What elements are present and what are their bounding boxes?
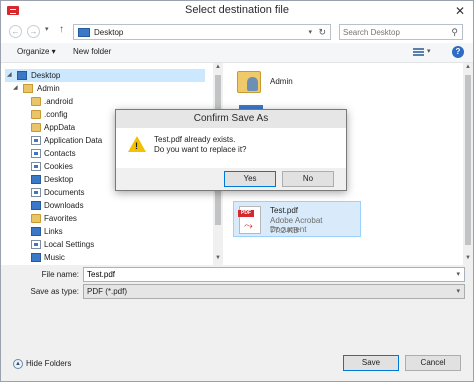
scroll-down-icon[interactable]: ▼ bbox=[214, 255, 222, 261]
links-icon bbox=[31, 227, 41, 236]
dialog-footer: Yes No bbox=[116, 168, 346, 190]
folder-label[interactable]: Admin bbox=[270, 77, 293, 86]
save-as-type-select[interactable]: PDF (*.pdf) ▾ bbox=[83, 284, 465, 299]
chevron-down-icon[interactable]: ▾ bbox=[456, 270, 460, 278]
file-size: 77.2 KB bbox=[270, 226, 299, 235]
tree-item-links[interactable]: Links bbox=[31, 225, 201, 238]
tree-item-label: Favorites bbox=[44, 214, 77, 223]
pdf-badge: PDF bbox=[238, 210, 254, 217]
organize-button[interactable]: Organize ▾ bbox=[17, 47, 56, 56]
address-row: ← → ▾ ↑ Desktop ▾ ↻ ⚲ bbox=[1, 21, 473, 43]
save-button[interactable]: Save bbox=[343, 355, 399, 371]
save-as-type-value: PDF (*.pdf) bbox=[87, 287, 128, 296]
chevron-down-icon[interactable]: ▾ bbox=[456, 287, 460, 295]
refresh-button[interactable]: ↻ bbox=[318, 27, 326, 38]
search-box[interactable]: ⚲ bbox=[339, 24, 463, 40]
tree-item-label: Admin bbox=[37, 84, 60, 93]
desktop-icon bbox=[31, 175, 41, 184]
shortcut-folder-icon bbox=[31, 162, 41, 171]
scrollbar-thumb[interactable] bbox=[465, 75, 471, 245]
shortcut-folder-icon bbox=[31, 240, 41, 249]
file-name-label: File name: bbox=[41, 270, 79, 279]
dialog-title: Confirm Save As bbox=[116, 110, 346, 128]
hide-folders-label: Hide Folders bbox=[26, 359, 72, 368]
search-input[interactable] bbox=[343, 27, 443, 38]
folder-icon bbox=[31, 97, 41, 106]
expand-icon[interactable]: ◢ bbox=[13, 82, 18, 95]
tree-item-android[interactable]: .android bbox=[31, 95, 201, 108]
yes-button[interactable]: Yes bbox=[224, 171, 276, 187]
file-name-input[interactable] bbox=[87, 269, 447, 280]
tree-item-label: Documents bbox=[44, 188, 85, 197]
tree-item-label: Cookies bbox=[44, 162, 73, 171]
expand-icon[interactable]: ◢ bbox=[7, 69, 12, 82]
documents-icon bbox=[31, 188, 41, 197]
address-location: Desktop bbox=[94, 28, 124, 37]
tree-item-label: Desktop bbox=[44, 175, 74, 184]
tree-item-label: Application Data bbox=[44, 136, 103, 145]
folder-icon bbox=[31, 110, 41, 119]
desktop-icon bbox=[17, 71, 27, 80]
command-toolbar: Organize ▾ New folder ▾ ? bbox=[1, 43, 473, 63]
help-button[interactable]: ? bbox=[452, 46, 464, 58]
address-bar[interactable]: Desktop ▾ ↻ bbox=[73, 24, 331, 40]
scroll-up-icon[interactable]: ▲ bbox=[464, 64, 472, 70]
close-button[interactable]: ✕ bbox=[453, 4, 467, 18]
tree-item-local-settings[interactable]: Local Settings bbox=[31, 238, 201, 251]
chevron-down-icon[interactable]: ▾ bbox=[427, 47, 431, 55]
up-button[interactable]: ↑ bbox=[59, 24, 64, 35]
tree-item-admin[interactable]: ◢ Admin bbox=[11, 82, 205, 95]
tree-item-downloads[interactable]: Downloads bbox=[31, 199, 201, 212]
downloads-icon bbox=[31, 201, 41, 210]
dialog-message-line2: Do you want to replace it? bbox=[154, 145, 247, 154]
tree-item-label: Local Settings bbox=[44, 240, 95, 249]
tree-item-label: Contacts bbox=[44, 149, 76, 158]
tree-item-music[interactable]: Music bbox=[31, 251, 201, 264]
save-as-type-label: Save as type: bbox=[30, 287, 79, 296]
tree-item-desktop-root[interactable]: ◢ Desktop bbox=[5, 69, 205, 82]
cancel-button[interactable]: Cancel bbox=[405, 355, 461, 371]
chevron-up-icon: ▲ bbox=[13, 359, 23, 369]
acrobat-logo-icon: ⤳ bbox=[244, 220, 253, 232]
scroll-down-icon[interactable]: ▼ bbox=[464, 255, 472, 261]
content-scrollbar[interactable]: ▲ ▼ bbox=[463, 63, 473, 265]
tree-item-label: Links bbox=[44, 227, 63, 236]
save-file-dialog: Select destination file ✕ ← → ▾ ↑ Deskto… bbox=[0, 0, 474, 382]
user-folder-icon bbox=[23, 84, 33, 93]
file-item-selected[interactable]: PDF ⤳ Test.pdf Adobe Acrobat Document 77… bbox=[233, 201, 361, 237]
tree-item-label: Downloads bbox=[44, 201, 84, 210]
tree-item-label: Desktop bbox=[31, 71, 61, 80]
window-title: Select destination file bbox=[185, 4, 289, 16]
no-button[interactable]: No bbox=[282, 171, 334, 187]
back-button[interactable]: ← bbox=[9, 25, 22, 38]
tree-item-label: AppData bbox=[44, 123, 76, 132]
dialog-message-line1: Test.pdf already exists. bbox=[154, 135, 236, 144]
dialog-body: ! Test.pdf already exists. Do you want t… bbox=[116, 128, 346, 168]
forward-button[interactable]: → bbox=[27, 25, 40, 38]
search-icon[interactable]: ⚲ bbox=[451, 27, 458, 38]
recent-locations-button[interactable]: ▾ bbox=[45, 25, 49, 33]
pdf-file-icon: PDF ⤳ bbox=[238, 206, 261, 234]
folder-icon bbox=[31, 123, 41, 132]
confirm-save-as-dialog: Confirm Save As ! Test.pdf already exist… bbox=[115, 109, 347, 191]
user-avatar-icon bbox=[247, 77, 258, 91]
tree-item-label: Music bbox=[44, 253, 65, 262]
warning-exclamation: ! bbox=[135, 141, 138, 151]
favorites-icon bbox=[31, 214, 41, 223]
music-icon bbox=[31, 253, 41, 262]
scroll-up-icon[interactable]: ▲ bbox=[214, 64, 222, 70]
new-folder-button[interactable]: New folder bbox=[73, 47, 111, 56]
contacts-icon bbox=[31, 149, 41, 158]
view-options-icon[interactable] bbox=[413, 48, 424, 57]
file-name: Test.pdf bbox=[270, 206, 299, 215]
title-bar: Select destination file ✕ bbox=[1, 1, 473, 21]
chevron-down-icon[interactable]: ▾ bbox=[308, 28, 312, 36]
tree-item-label: .config bbox=[44, 110, 68, 119]
file-name-combobox[interactable]: ▾ bbox=[83, 267, 465, 282]
tree-item-label: .android bbox=[44, 97, 73, 106]
tree-item-favorites[interactable]: Favorites bbox=[31, 212, 201, 225]
shortcut-folder-icon bbox=[31, 136, 41, 145]
desktop-icon bbox=[78, 28, 90, 37]
